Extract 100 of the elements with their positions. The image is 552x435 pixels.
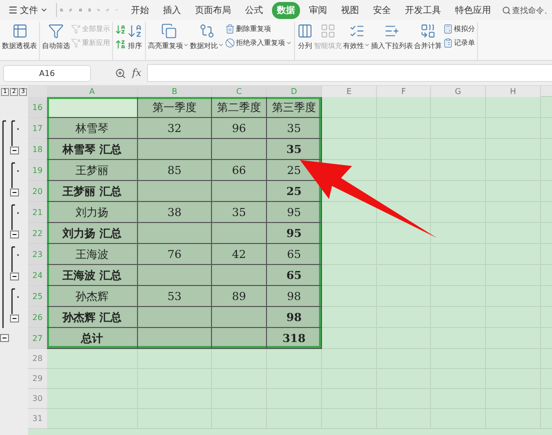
table-cell: 35 <box>267 139 322 160</box>
table-cell <box>322 118 377 139</box>
table-cell <box>322 244 377 265</box>
outline-collapse-button[interactable] <box>2 223 20 244</box>
zoom-icon[interactable] <box>115 68 126 78</box>
table-cell <box>431 97 486 118</box>
table-cell: 318 <box>267 328 322 349</box>
column-header[interactable]: G <box>431 86 486 97</box>
name-box[interactable]: A16 <box>3 64 91 82</box>
table-cell: 王海波 <box>47 244 138 265</box>
outline-collapse-button[interactable] <box>2 307 20 328</box>
table-cell: 98 <box>267 286 322 307</box>
table-icon <box>12 23 28 39</box>
trash-icon <box>225 24 235 34</box>
table-cell <box>212 349 267 369</box>
ribbon-tab[interactable]: 开始 <box>126 2 154 18</box>
outline-collapse-button[interactable] <box>2 181 20 202</box>
copy-icon <box>160 23 176 39</box>
table-cell: 89 <box>212 286 267 307</box>
checklist-icon <box>348 23 364 39</box>
table-cell: 王梦丽 汇总 <box>47 181 138 202</box>
table-cell: 王海波 汇总 <box>47 265 138 286</box>
search-icon <box>502 6 511 14</box>
table-cell: 42 <box>212 244 267 265</box>
table-cell: 林雪琴 <box>47 118 138 139</box>
ribbon-tab[interactable]: 开发工具 <box>400 2 446 18</box>
ribbon-tab[interactable]: 页面布局 <box>190 2 236 18</box>
table-cell <box>322 307 377 328</box>
table-cell: 第三季度 <box>267 97 322 118</box>
table-cell <box>322 286 377 307</box>
table-cell: 孙杰辉 <box>47 286 138 307</box>
table-cell <box>431 223 486 244</box>
grid-icon <box>320 23 336 39</box>
table-cell <box>212 265 267 286</box>
table-cell: 98 <box>267 307 322 328</box>
outline-bracket <box>2 202 20 223</box>
outline-bracket <box>2 160 20 181</box>
table-cell: 孙杰辉 汇总 <box>47 307 138 328</box>
funnel-icon <box>71 24 81 34</box>
clipboard-icon <box>443 38 453 48</box>
compare-icon <box>199 23 215 39</box>
table-cell <box>322 139 377 160</box>
outline-collapse-button[interactable] <box>2 265 20 286</box>
table-cell: 25 <box>267 181 322 202</box>
table-cell: 85 <box>138 160 212 181</box>
table-cell: 第一季度 <box>138 97 212 118</box>
table-cell <box>212 223 267 244</box>
table-cell: 65 <box>267 265 322 286</box>
ribbon-tab[interactable]: 特色应用 <box>450 2 496 18</box>
sort-icon <box>127 23 143 39</box>
table-cell: 35 <box>212 202 267 223</box>
formula-input[interactable] <box>147 64 552 82</box>
columns-icon <box>297 23 313 39</box>
caret-icon <box>40 6 48 14</box>
table-cell <box>267 349 322 369</box>
table-cell: 第二季度 <box>212 97 267 118</box>
column-header[interactable]: E <box>322 86 377 97</box>
table-cell <box>212 328 267 349</box>
file-menu[interactable]: 文件 <box>4 4 52 16</box>
table-cell: 95 <box>267 223 322 244</box>
table-cell: 66 <box>212 160 267 181</box>
table-cell <box>322 223 377 244</box>
outline-bracket <box>2 244 20 265</box>
search-field[interactable]: 查找命令、 <box>502 4 552 16</box>
funnel-icon <box>71 38 81 48</box>
table-cell <box>322 265 377 286</box>
sort-ascending-icon[interactable] <box>115 24 126 35</box>
ribbon-tab[interactable]: 审阅 <box>304 2 332 18</box>
table-cell: 刘力扬 汇总 <box>47 223 138 244</box>
calculator-icon <box>443 24 453 34</box>
table-cell: 95 <box>267 202 322 223</box>
table-cell: 96 <box>212 118 267 139</box>
sort-descending-icon[interactable] <box>115 39 126 50</box>
table-cell: 76 <box>138 244 212 265</box>
outline-collapse-button[interactable] <box>0 334 10 343</box>
column-header[interactable]: H <box>486 86 541 97</box>
table-cell: 刘力扬 <box>47 202 138 223</box>
table-cell: 总计 <box>47 328 138 349</box>
table-cell: 林雪琴 汇总 <box>47 139 138 160</box>
outline-bracket <box>2 118 20 139</box>
table-cell: 65 <box>267 244 322 265</box>
table-cell <box>322 328 377 349</box>
list-plus-icon <box>384 23 400 39</box>
block-icon <box>225 38 235 48</box>
column-header[interactable]: F <box>377 86 431 97</box>
table-cell: 38 <box>138 202 212 223</box>
table-cell <box>377 181 431 202</box>
table-cell <box>212 181 267 202</box>
table-cell: 32 <box>138 118 212 139</box>
ribbon-tab[interactable]: 公式 <box>240 2 268 18</box>
outline-collapse-button[interactable] <box>2 139 20 160</box>
ribbon-tab[interactable]: 安全 <box>368 2 396 18</box>
ribbon-tab[interactable]: 插入 <box>158 2 186 18</box>
table-cell <box>212 307 267 328</box>
ribbon-tab[interactable]: 视图 <box>336 2 364 18</box>
funnel-icon <box>48 23 64 39</box>
table-cell <box>377 97 431 118</box>
table-cell: 53 <box>138 286 212 307</box>
combine-icon <box>420 23 436 39</box>
table-cell <box>322 97 377 118</box>
